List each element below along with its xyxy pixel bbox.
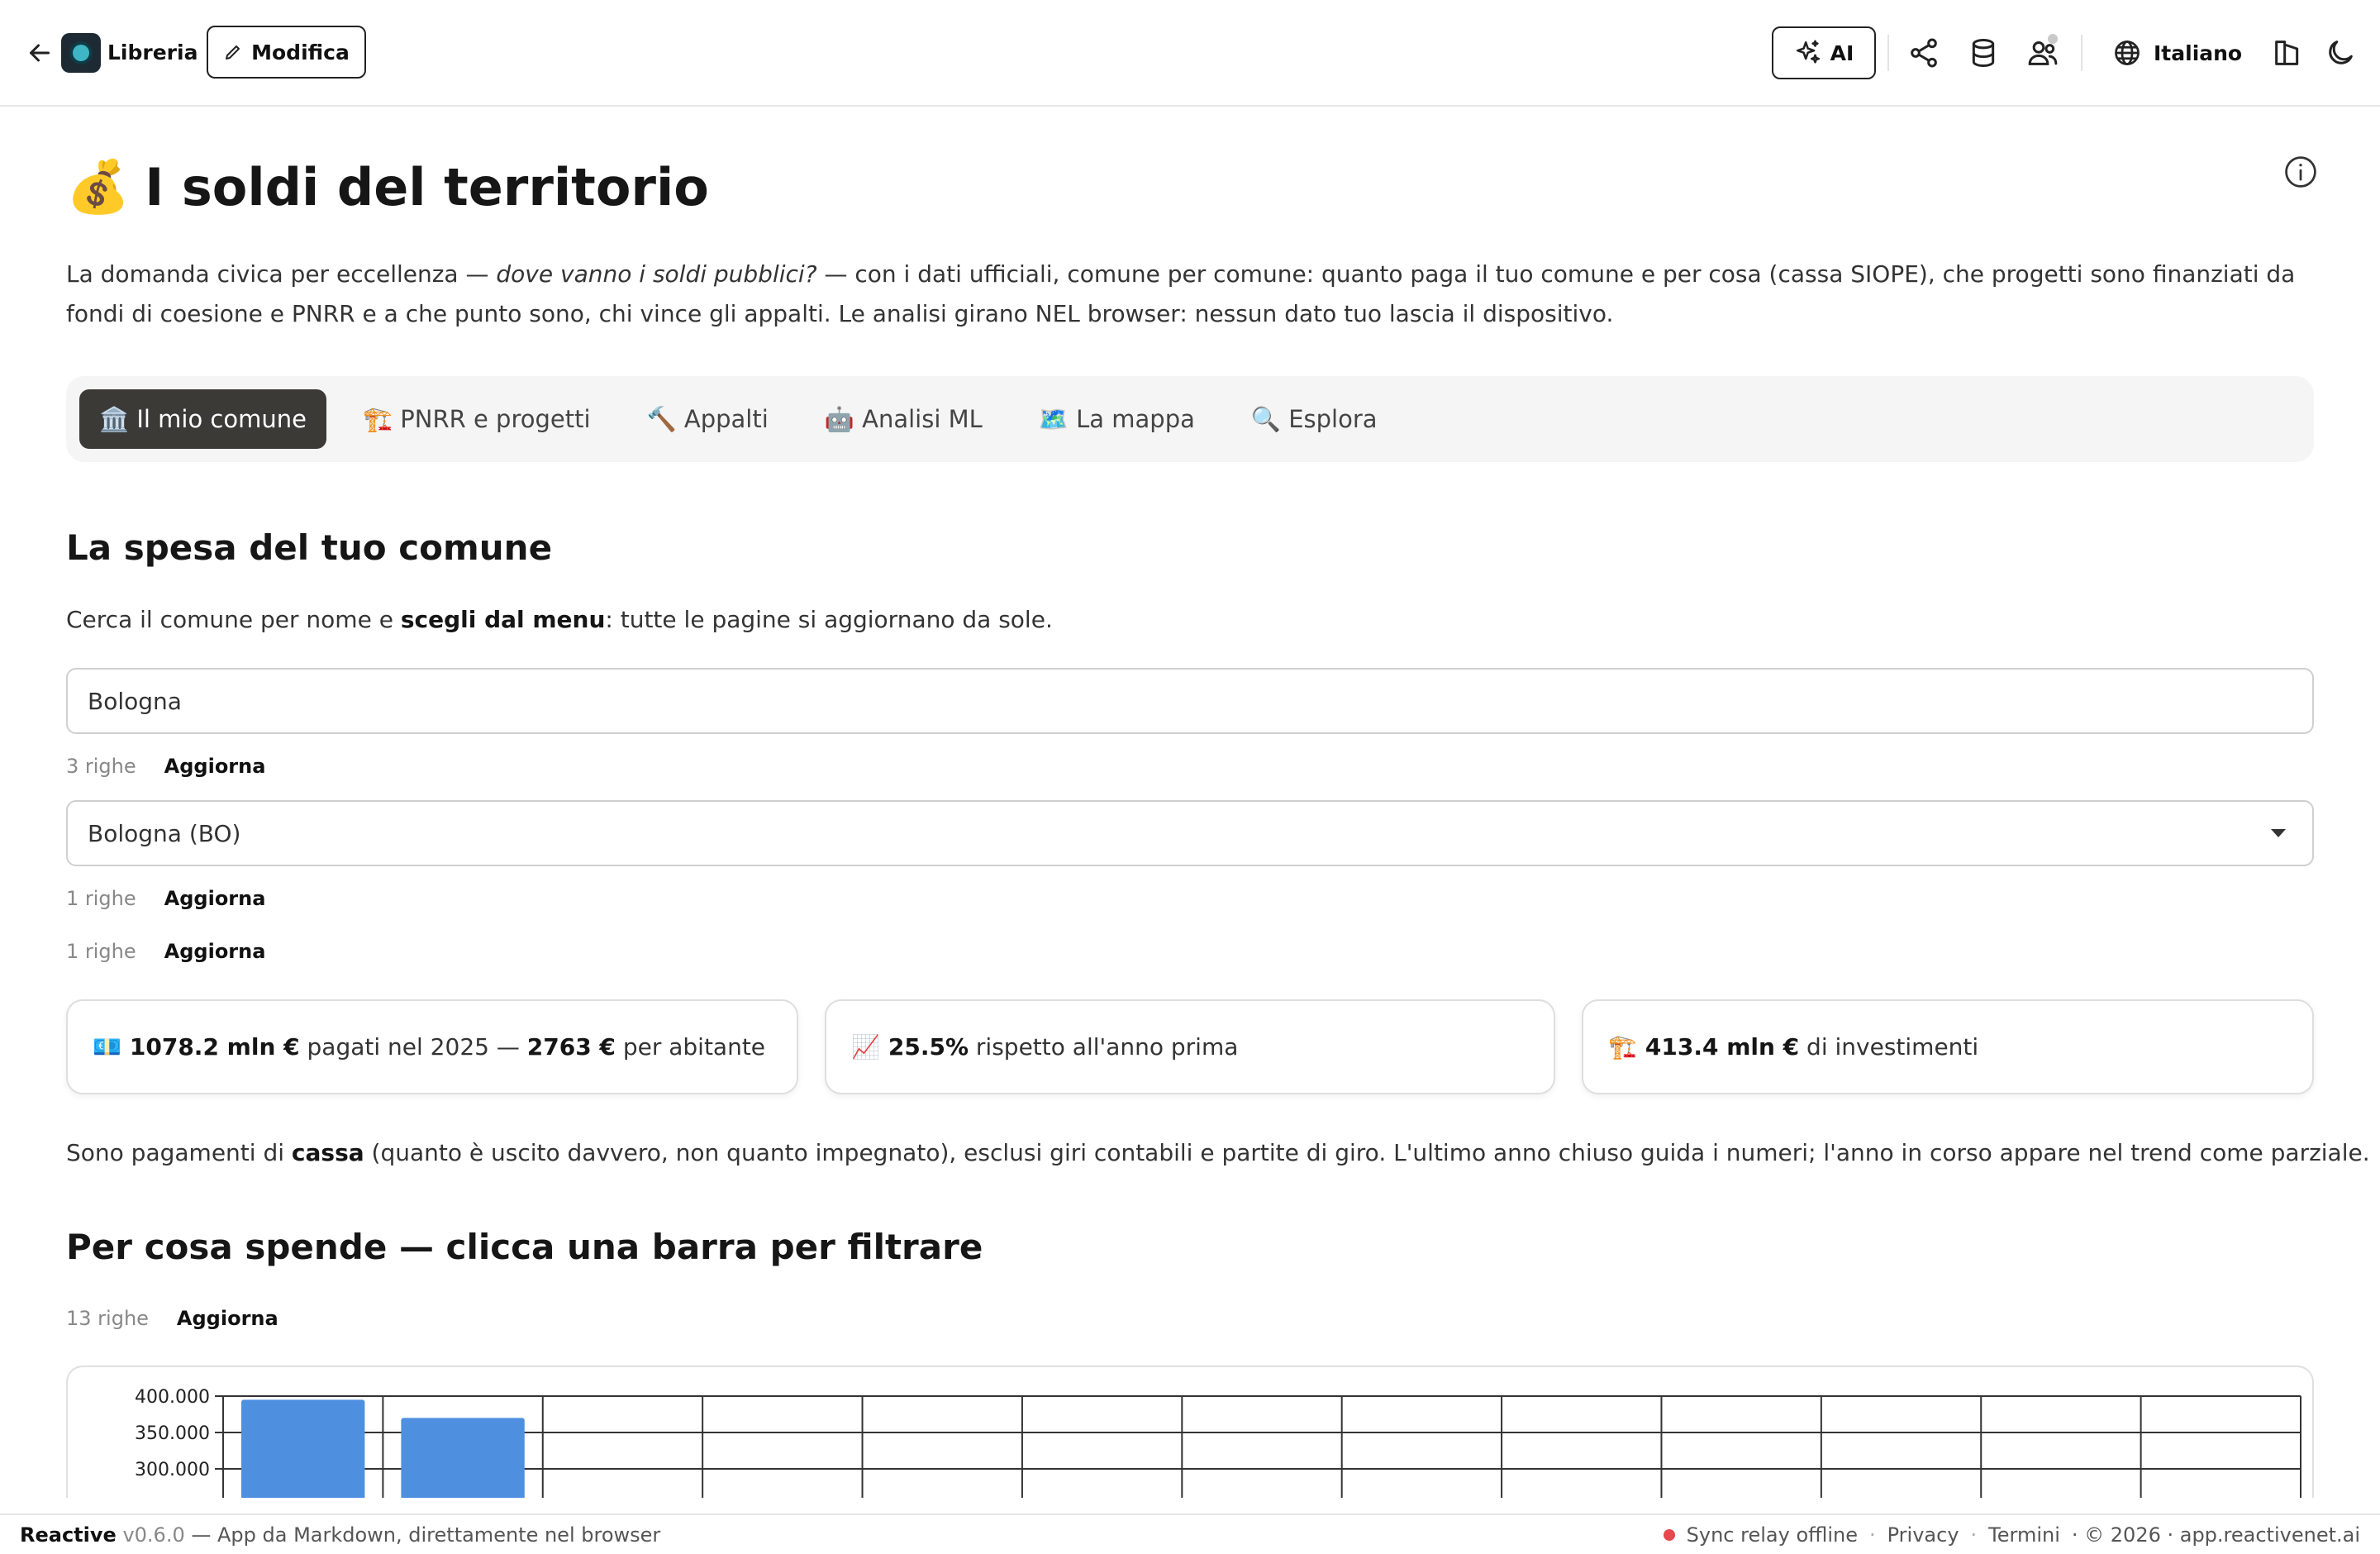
query-meta: 1 righe Aggiorna <box>66 884 265 913</box>
footer-tagline: — App da Markdown, direttamente nel brow… <box>184 1523 661 1547</box>
database-icon[interactable] <box>1967 36 2000 69</box>
kpi-card-variazione: 📈 25.5% rispetto all'anno prima <box>825 999 1555 1094</box>
euro-banknote-icon: 💶 <box>93 1033 121 1061</box>
update-button[interactable]: Aggiorna <box>177 1307 278 1330</box>
comune-select[interactable]: Bologna (BO) <box>66 800 2314 866</box>
cassa-note: Sono pagamenti di cassa (quanto è uscito… <box>66 1137 2370 1170</box>
bar[interactable] <box>241 1399 365 1498</box>
chevron-down-icon <box>2271 829 2286 837</box>
y-tick-label: 300.000 <box>135 1460 210 1480</box>
footer-brand: Reactive v0.6.0 — App da Markdown, diret… <box>20 1523 660 1547</box>
kpi-text: 1078.2 mln € pagati nel 2025 — 2763 € pe… <box>130 1033 765 1061</box>
top-bar: Libreria Modifica AI Italiano <box>0 0 2380 107</box>
kpi-card-investimenti: 🏗️ 413.4 mln € di investimenti <box>1582 999 2314 1094</box>
kpi-label: rispetto all'anno prima <box>969 1033 1239 1061</box>
footer-separator: · <box>1970 1523 1978 1547</box>
page-title: 💰 I soldi del territorio <box>66 154 709 220</box>
update-button[interactable]: Aggiorna <box>164 755 266 778</box>
status-dot <box>1663 1529 1675 1541</box>
privacy-link[interactable]: Privacy <box>1887 1523 1959 1547</box>
note-text: Sono pagamenti di <box>66 1139 292 1166</box>
update-button[interactable]: Aggiorna <box>164 887 266 910</box>
kpi-text: 413.4 mln € di investimenti <box>1645 1033 1978 1061</box>
kpi-text: 25.5% rispetto all'anno prima <box>888 1033 1239 1061</box>
ai-button-label: AI <box>1830 41 1854 65</box>
tab-bar: 🏛️ Il mio comune 🏗️ PNRR e progetti 🔨 Ap… <box>66 376 2314 462</box>
tab-esplora[interactable]: 🔍 Esplora <box>1231 389 1397 449</box>
section-heading-spesa: La spesa del tuo comune <box>66 527 553 568</box>
section-heading-per-cosa-spende: Per cosa spende — clicca una barra per f… <box>66 1227 983 1267</box>
layout-icon[interactable] <box>2271 36 2304 69</box>
language-label: Italiano <box>2154 41 2243 65</box>
arrow-left-icon[interactable] <box>25 38 55 68</box>
kpi-label: pagati nel 2025 — <box>299 1033 527 1061</box>
kpi-value: 25.5% <box>888 1033 969 1061</box>
pencil-icon <box>226 45 240 60</box>
sparkles-icon <box>1796 40 1820 64</box>
edit-button-label: Modifica <box>251 40 350 64</box>
spending-bar-chart: 400.000 350.000 300.000 <box>66 1366 2314 1498</box>
toolbar-divider <box>1887 35 1889 71</box>
terms-link[interactable]: Termini <box>1988 1523 2060 1547</box>
money-bag-icon: 💰 <box>66 156 131 217</box>
intro-paragraph: La domanda civica per eccellenza — dove … <box>66 255 2314 334</box>
help-text-bold: scegli dal menu <box>400 606 606 633</box>
kpi-value: 2763 € <box>526 1033 616 1061</box>
kpi-label: di investimenti <box>1799 1033 1979 1061</box>
tab-la-mappa[interactable]: 🗺️ La mappa <box>1019 389 1215 449</box>
toolbar-divider <box>2081 35 2082 71</box>
help-text: : tutte le pagine si aggiornano da sole. <box>605 606 1053 633</box>
footer-copyright: · © 2026 · app.reactivenet.ai <box>2071 1523 2360 1547</box>
bar-chart-svg: 400.000 350.000 300.000 <box>135 1387 2301 1498</box>
edit-button[interactable]: Modifica <box>207 26 366 79</box>
row-count: 1 righe <box>66 887 136 910</box>
ai-button[interactable]: AI <box>1772 26 1876 79</box>
footer-brand-name: Reactive <box>20 1523 117 1547</box>
query-meta: 1 righe Aggiorna <box>66 937 265 966</box>
kpi-value: 1078.2 mln € <box>129 1033 300 1061</box>
chart-increasing-icon: 📈 <box>851 1033 880 1061</box>
y-tick-label: 400.000 <box>135 1387 210 1408</box>
sync-status: Sync relay offline <box>1686 1523 1858 1547</box>
library-link[interactable]: Libreria <box>107 38 198 68</box>
kpi-value: 413.4 mln € <box>1645 1033 1800 1061</box>
row-count: 1 righe <box>66 940 136 963</box>
language-selector[interactable]: Italiano <box>2112 35 2242 71</box>
search-input[interactable] <box>66 668 2314 734</box>
kpi-card-spesa: 💶 1078.2 mln € pagati nel 2025 — 2763 € … <box>66 999 798 1094</box>
footer-links: Sync relay offline · Privacy · Termini ·… <box>1663 1523 2360 1547</box>
search-help-text: Cerca il comune per nome e scegli dal me… <box>66 603 1053 636</box>
tab-il-mio-comune[interactable]: 🏛️ Il mio comune <box>79 389 326 449</box>
tab-analisi-ml[interactable]: 🤖 Analisi ML <box>805 389 1002 449</box>
intro-question: dove vanno i soldi pubblici? <box>496 260 817 288</box>
construction-crane-icon: 🏗️ <box>1608 1033 1637 1061</box>
y-tick-label: 350.000 <box>135 1423 210 1444</box>
tab-pnrr-e-progetti[interactable]: 🏗️ PNRR e progetti <box>343 389 611 449</box>
tab-appalti[interactable]: 🔨 Appalti <box>627 389 788 449</box>
query-meta: 13 righe Aggiorna <box>66 1304 278 1333</box>
row-count: 3 righe <box>66 755 136 778</box>
note-text: (quanto è uscito davvero, non quanto imp… <box>364 1139 2370 1166</box>
kpi-label: per abitante <box>615 1033 766 1061</box>
share-icon[interactable] <box>1907 36 1940 69</box>
row-count: 13 righe <box>66 1307 149 1330</box>
query-meta: 3 righe Aggiorna <box>66 751 265 781</box>
footer-separator: · <box>1868 1523 1876 1547</box>
info-icon[interactable] <box>2282 154 2319 190</box>
help-text: Cerca il comune per nome e <box>66 606 401 633</box>
presence-dot <box>2048 34 2058 44</box>
footer: Reactive v0.6.0 — App da Markdown, diret… <box>0 1513 2380 1554</box>
comune-select-value: Bologna (BO) <box>88 819 241 847</box>
app-logo-icon[interactable] <box>61 33 101 73</box>
moon-icon[interactable] <box>2324 36 2357 69</box>
note-text-bold: cassa <box>291 1139 364 1166</box>
update-button[interactable]: Aggiorna <box>164 940 266 963</box>
bar[interactable] <box>401 1418 525 1498</box>
intro-text: La domanda civica per eccellenza — <box>66 260 497 288</box>
footer-version: v0.6.0 <box>122 1523 185 1547</box>
page-title-text: I soldi del territorio <box>145 156 709 217</box>
globe-icon <box>2115 41 2140 65</box>
